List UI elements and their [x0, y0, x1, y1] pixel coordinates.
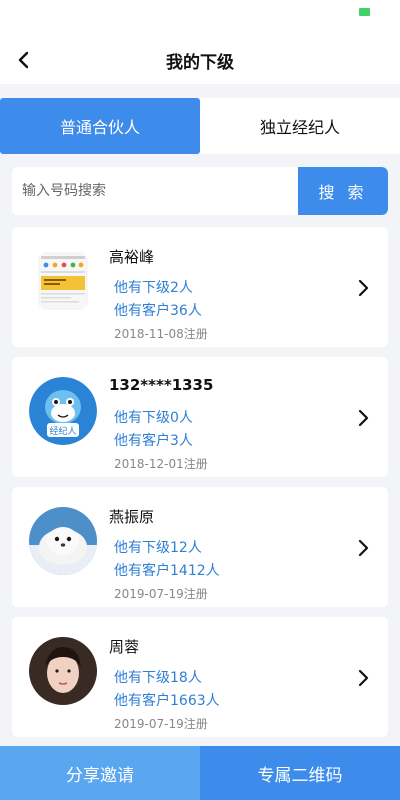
member-card[interactable]: 高裕峰 他有下级2人 他有客户36人 2018-11-08注册: [12, 227, 388, 347]
register-date: 2019-07-19注册: [114, 587, 208, 601]
bottom-action-bar: 分享邀请 专属二维码: [0, 746, 400, 800]
register-date: 2018-12-01注册: [114, 457, 208, 471]
member-name: 周蓉: [109, 638, 140, 656]
chevron-right-icon: [358, 409, 369, 427]
back-button[interactable]: [8, 44, 40, 76]
tab-independent-agent[interactable]: 独立经纪人: [200, 98, 400, 154]
chevron-left-icon: [18, 51, 29, 69]
avatar: [29, 247, 97, 315]
customer-count-link[interactable]: 他有客户36人: [114, 300, 202, 320]
register-date: 2018-11-08注册: [114, 327, 208, 341]
member-name: 132****1335: [109, 376, 214, 394]
chevron-right-icon: [358, 539, 369, 557]
member-name: 高裕峰: [109, 248, 155, 266]
tab-ordinary-partner[interactable]: 普通合伙人: [0, 98, 200, 154]
member-card[interactable]: 经纪人 132****1335 他有下级0人 他有客户3人 2018-12-01…: [12, 357, 388, 477]
member-card[interactable]: 燕振原 他有下级12人 他有客户1412人 2019-07-19注册: [12, 487, 388, 607]
search-input[interactable]: [12, 167, 298, 215]
customer-count-link[interactable]: 他有客户1412人: [114, 560, 220, 580]
subordinate-count-link[interactable]: 他有下级0人: [114, 407, 193, 427]
tab-bar: 普通合伙人 独立经纪人: [0, 98, 400, 154]
register-date: 2019-07-19注册: [114, 717, 208, 731]
subordinate-count-link[interactable]: 他有下级12人: [114, 537, 202, 557]
avatar: 经纪人: [29, 377, 97, 445]
member-name: 燕振原: [109, 508, 155, 526]
svg-text:经纪人: 经纪人: [49, 425, 76, 437]
customer-count-link[interactable]: 他有客户1663人: [114, 690, 220, 710]
search-button[interactable]: 搜 索: [298, 167, 388, 215]
subordinate-count-link[interactable]: 他有下级18人: [114, 667, 202, 687]
chevron-right-icon: [358, 669, 369, 687]
page-title: 我的下级: [166, 52, 234, 73]
share-invite-button[interactable]: 分享邀请: [0, 746, 200, 800]
member-list: 高裕峰 他有下级2人 他有客户36人 2018-11-08注册 经纪人 132*…: [12, 227, 388, 747]
member-card[interactable]: 周蓉 他有下级18人 他有客户1663人 2019-07-19注册: [12, 617, 388, 737]
avatar: [29, 637, 97, 705]
search-bar: 搜 索: [12, 167, 388, 215]
avatar: [29, 507, 97, 575]
chevron-right-icon: [358, 279, 369, 297]
battery-icon: [359, 8, 370, 16]
qr-code-button[interactable]: 专属二维码: [200, 746, 400, 800]
customer-count-link[interactable]: 他有客户3人: [114, 430, 193, 450]
subordinate-count-link[interactable]: 他有下级2人: [114, 277, 193, 297]
status-bar: [0, 0, 400, 36]
nav-bar: 我的下级: [0, 36, 400, 84]
